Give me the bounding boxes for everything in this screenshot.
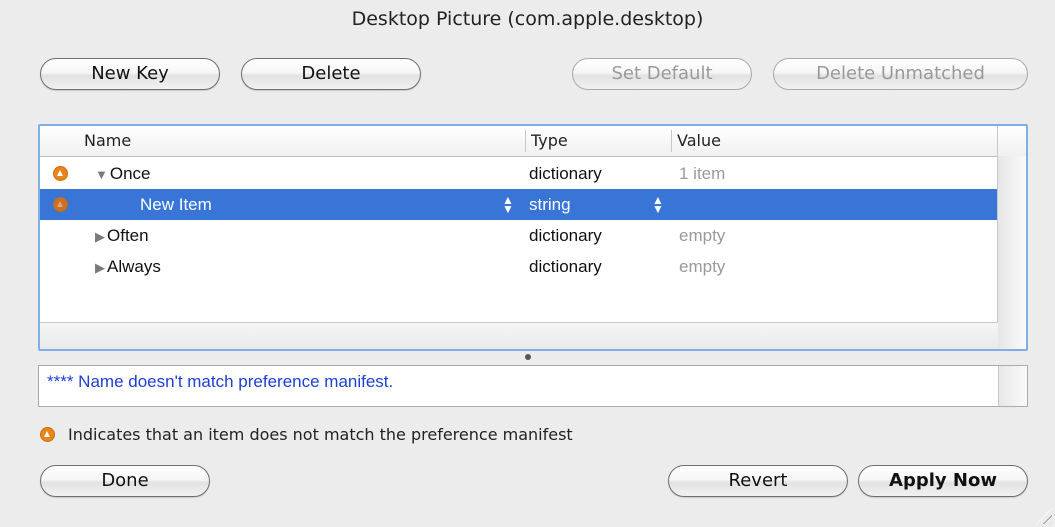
table-row-selected[interactable]: New Item ▲ ▼ string ▲ ▼ (40, 189, 998, 220)
message-scrollbar[interactable] (998, 366, 1027, 406)
disclosure-collapsed-icon[interactable]: ▶ (95, 252, 105, 283)
table-header: Name Type Value (40, 126, 1026, 157)
row-type-popup[interactable]: string (529, 189, 571, 220)
legend-text: Indicates that an item does not match th… (68, 425, 573, 444)
name-stepper-icon[interactable]: ▲ ▼ (502, 194, 514, 215)
row-value: 1 item (679, 164, 726, 183)
split-view-handle[interactable] (525, 354, 531, 360)
row-name-field[interactable]: New Item (140, 189, 212, 220)
type-stepper-icon[interactable]: ▲ ▼ (652, 194, 664, 215)
column-header-name[interactable]: Name (84, 126, 131, 156)
row-value: empty (679, 226, 726, 245)
warning-legend-icon (40, 427, 55, 442)
row-value: empty (679, 257, 726, 276)
delete-unmatched-button[interactable]: Delete Unmatched (773, 58, 1028, 90)
row-name: Often (107, 226, 149, 245)
revert-button[interactable]: Revert (668, 465, 848, 497)
set-default-button[interactable]: Set Default (572, 58, 752, 90)
message-box: **** Name doesn't match preference manif… (38, 365, 1028, 407)
table-row[interactable]: ▶ Often dictionary empty (40, 220, 998, 251)
done-button[interactable]: Done (40, 465, 210, 497)
table-row[interactable]: ▼ Once dictionary 1 item (40, 158, 998, 189)
row-type: dictionary (529, 164, 602, 183)
vertical-scrollbar[interactable] (997, 156, 1026, 349)
delete-button[interactable]: Delete (241, 58, 421, 90)
row-type: dictionary (529, 257, 602, 276)
disclosure-collapsed-icon[interactable]: ▶ (95, 221, 105, 252)
preferences-table[interactable]: Name Type Value ▼ Once dictionary 1 item … (38, 124, 1028, 351)
disclosure-expanded-icon[interactable]: ▼ (95, 159, 108, 190)
warning-icon (53, 197, 68, 212)
horizontal-scrollbar[interactable] (40, 322, 998, 349)
row-name: Once (109, 164, 151, 183)
column-header-value[interactable]: Value (677, 126, 721, 156)
table-row[interactable]: ▶ Always dictionary empty (40, 251, 998, 282)
new-key-button[interactable]: New Key (40, 58, 220, 90)
warning-icon (53, 166, 68, 181)
column-header-type[interactable]: Type (531, 126, 568, 156)
row-type: dictionary (529, 226, 602, 245)
resize-grip-icon[interactable] (1036, 508, 1052, 524)
apply-now-button[interactable]: Apply Now (858, 465, 1028, 497)
window-title: Desktop Picture (com.apple.desktop) (351, 8, 704, 30)
row-name: Always (107, 257, 161, 276)
message-text: **** Name doesn't match preference manif… (47, 372, 394, 391)
